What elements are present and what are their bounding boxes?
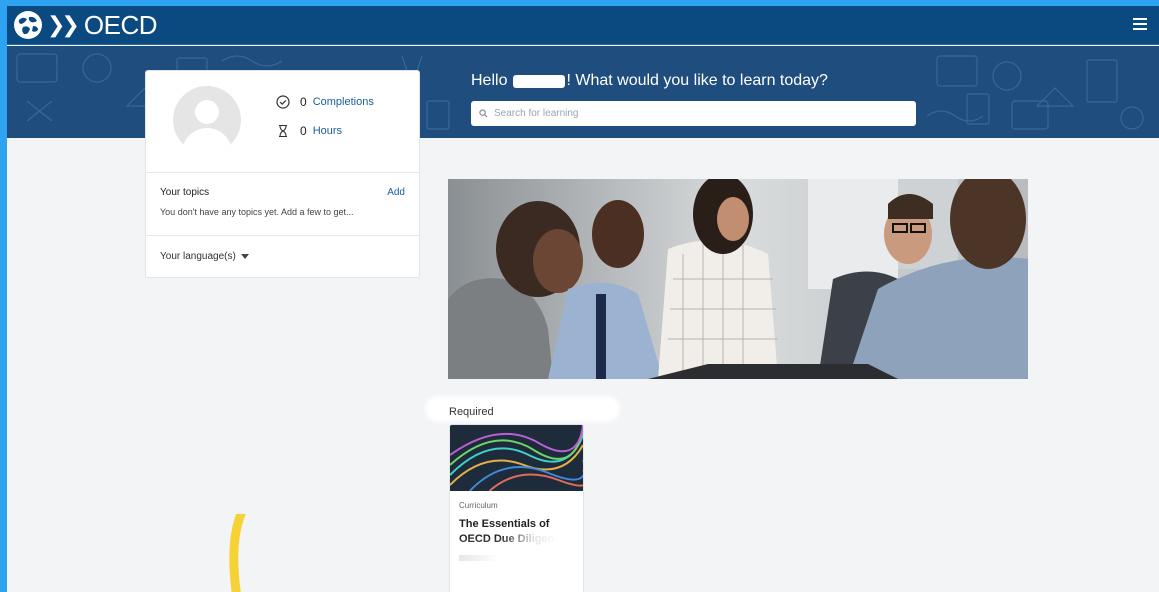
greeting-heading: Hello ! What would you like to learn tod…: [471, 72, 828, 90]
logo-text: OECD: [83, 9, 158, 40]
avatar[interactable]: [173, 86, 241, 154]
oecd-logo[interactable]: ❯❯ OECD: [13, 9, 158, 41]
hero-image: [448, 179, 1028, 379]
app-frame: ❯❯ OECD Hello ! What would you like to l…: [7, 6, 1159, 592]
course-type-label: Curriculum: [459, 501, 498, 510]
logo-chevrons: ❯❯: [47, 12, 80, 37]
course-card[interactable]: Curriculum The Essentials of OECD Due Di…: [449, 424, 584, 592]
completions-stat[interactable]: 0 Completions: [276, 95, 374, 109]
globe-icon: [14, 11, 42, 39]
languages-label: Your language(s): [160, 251, 236, 262]
text-fade: [502, 533, 582, 563]
your-languages-dropdown[interactable]: Your language(s): [160, 251, 249, 262]
meeting-photo: [448, 179, 1028, 379]
hours-stat[interactable]: 0 Hours: [276, 124, 342, 138]
check-circle-icon: [276, 95, 290, 109]
redacted-username: [513, 74, 566, 88]
completions-count: 0: [300, 95, 307, 109]
hamburger-menu-icon[interactable]: [1133, 18, 1147, 30]
search-bar[interactable]: [471, 101, 916, 126]
greeting-suffix: ! What would you like to learn today?: [566, 72, 828, 89]
profile-card: 0 Completions 0 Hours Your topics Add Yo…: [145, 70, 420, 278]
top-navigation-bar: ❯❯ OECD: [7, 6, 1159, 45]
completions-link[interactable]: Completions: [313, 96, 374, 108]
caret-down-icon: [240, 254, 249, 259]
course-thumbnail: [450, 425, 583, 491]
placeholder-line: [459, 555, 499, 561]
add-topics-link[interactable]: Add: [387, 187, 405, 198]
search-input[interactable]: [494, 108, 914, 119]
divider: [146, 235, 419, 236]
hourglass-icon: [279, 124, 287, 138]
hours-link[interactable]: Hours: [313, 125, 342, 137]
greeting-prefix: Hello: [471, 72, 508, 89]
your-topics-heading: Your topics: [160, 187, 210, 198]
section-title-required: Required: [449, 406, 494, 418]
yellow-doodle: [229, 514, 246, 592]
hours-count: 0: [300, 124, 307, 138]
divider: [146, 172, 419, 173]
search-icon: [479, 109, 488, 118]
topics-empty-text: You don't have any topics yet. Add a few…: [160, 207, 354, 217]
